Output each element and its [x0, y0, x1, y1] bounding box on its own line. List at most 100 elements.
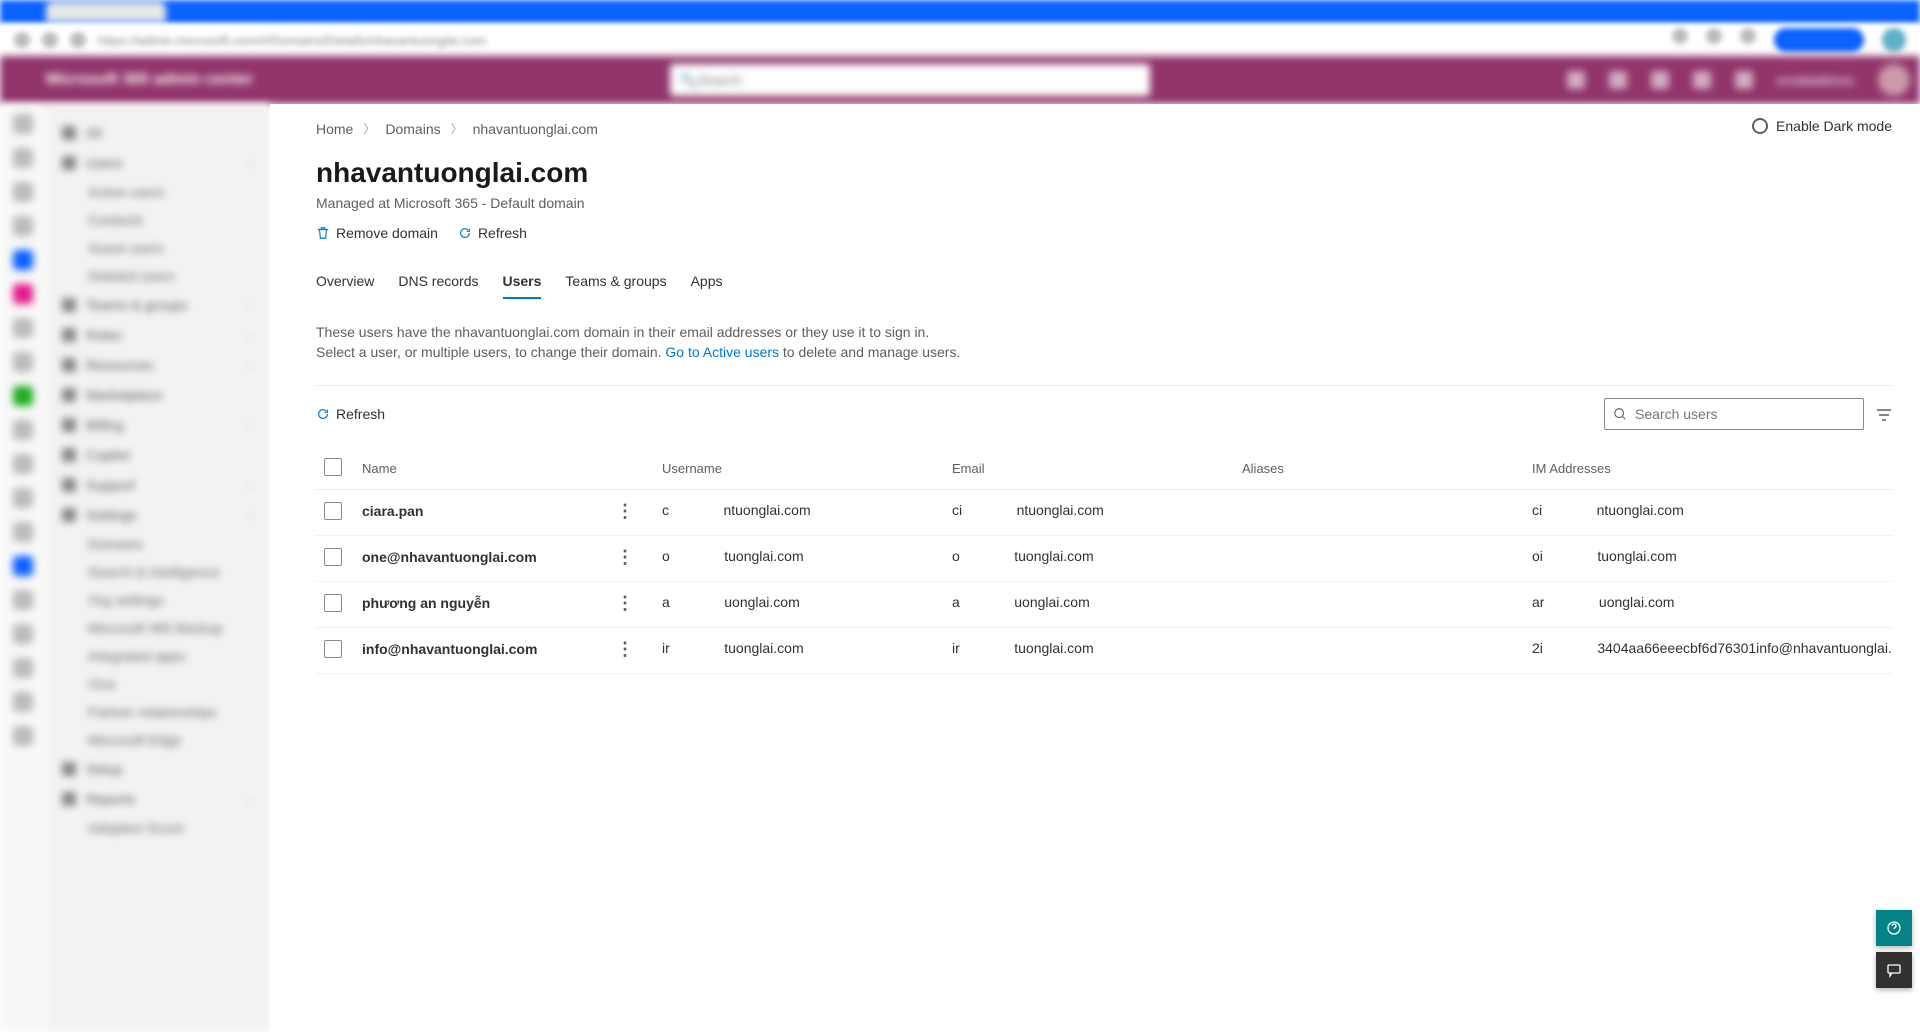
sidebar-item[interactable]: Users⌄ [56, 148, 260, 178]
settings-icon[interactable] [1693, 71, 1711, 89]
rail-item[interactable] [13, 182, 33, 202]
sidebar-item[interactable]: Microsoft 365 Backup [56, 614, 260, 642]
sidebar-item[interactable]: Marketplace [56, 380, 260, 410]
sidebar-item[interactable]: Teams & groups⌄ [56, 290, 260, 320]
row-more-icon[interactable]: ⋮ [616, 640, 620, 658]
menu-icon[interactable] [1740, 28, 1756, 44]
tab-dns[interactable]: DNS records [398, 267, 478, 299]
sidebar-item[interactable]: Reports⌄ [56, 784, 260, 814]
rail-item[interactable] [13, 556, 33, 576]
sidebar-item[interactable]: Adoption Score [56, 814, 260, 842]
rail-item[interactable] [13, 216, 33, 236]
sidebar-item[interactable]: Deleted users [56, 262, 260, 290]
select-all-checkbox[interactable] [324, 458, 342, 476]
search-users-box[interactable] [1604, 398, 1864, 430]
col-header-im[interactable]: IM Addresses [1524, 448, 1892, 490]
row-checkbox[interactable] [324, 594, 342, 612]
header-icon-3[interactable] [1651, 71, 1669, 89]
rail-item[interactable] [13, 420, 33, 440]
user-avatar-icon[interactable] [1878, 64, 1910, 96]
back-icon[interactable] [14, 32, 30, 48]
sidebar-item[interactable]: Resources⌄ [56, 350, 260, 380]
sidebar-item[interactable]: Billing⌄ [56, 410, 260, 440]
user-email[interactable]: emailaddress [1777, 73, 1854, 88]
sidebar-item[interactable]: Search & intelligence [56, 558, 260, 586]
sidebar-item[interactable]: Domains [56, 530, 260, 558]
search-users-input[interactable] [1635, 406, 1855, 422]
tab-apps[interactable]: Apps [691, 267, 723, 299]
tab-users[interactable]: Users [503, 267, 542, 299]
rail-item[interactable] [13, 318, 33, 338]
table-row[interactable]: one@nhavantuonglai.com⋮o tuonglai.como t… [316, 535, 1892, 581]
col-header-aliases[interactable]: Aliases [1234, 448, 1524, 490]
sidebar-item[interactable]: Partner relationships [56, 698, 260, 726]
browser-action-pill[interactable] [1774, 28, 1864, 52]
breadcrumb-domains[interactable]: Domains [385, 121, 440, 137]
table-row[interactable]: phương an nguyễn⋮a uonglai.coma uonglai.… [316, 581, 1892, 627]
rail-item[interactable] [13, 114, 33, 134]
rail-item[interactable] [13, 522, 33, 542]
floating-buttons [1876, 910, 1912, 988]
row-checkbox[interactable] [324, 548, 342, 566]
sidebar-item[interactable]: All [56, 118, 260, 148]
tab-overview[interactable]: Overview [316, 267, 374, 299]
rail-item[interactable] [13, 726, 33, 746]
rail-item[interactable] [13, 590, 33, 610]
col-header-username[interactable]: Username [654, 448, 944, 490]
sidebar-item[interactable]: Contacts [56, 206, 260, 234]
dark-mode-toggle[interactable]: Enable Dark mode [1752, 118, 1892, 134]
table-row[interactable]: ciara.pan⋮c ntuonglai.comci ntuonglai.co… [316, 489, 1892, 535]
sidebar-item[interactable]: Guest users [56, 234, 260, 262]
profile-avatar-icon[interactable] [1882, 28, 1906, 52]
refresh-table-button[interactable]: Refresh [316, 406, 385, 422]
tab-teams[interactable]: Teams & groups [565, 267, 666, 299]
rail-item[interactable] [13, 284, 33, 304]
header-icon-2[interactable] [1609, 71, 1627, 89]
row-more-icon[interactable]: ⋮ [616, 502, 620, 520]
sidebar-item[interactable]: Support⌄ [56, 470, 260, 500]
sidebar-item[interactable]: Org settings [56, 586, 260, 614]
go-to-active-users-link[interactable]: Go to Active users [665, 344, 779, 360]
sidebar-item[interactable]: Roles⌄ [56, 320, 260, 350]
row-more-icon[interactable]: ⋮ [616, 548, 620, 566]
nav-icon [62, 762, 76, 776]
refresh-domain-button[interactable]: Refresh [458, 225, 527, 241]
global-search[interactable]: 🔍 Search [670, 64, 1150, 96]
help-icon[interactable] [1735, 71, 1753, 89]
filter-icon[interactable] [1876, 408, 1892, 420]
rail-item[interactable] [13, 386, 33, 406]
row-checkbox[interactable] [324, 640, 342, 658]
sidebar-item[interactable]: Active users [56, 178, 260, 206]
moon-icon [1752, 118, 1768, 134]
sidebar-item[interactable]: Setup [56, 754, 260, 784]
row-checkbox[interactable] [324, 502, 342, 520]
star-icon[interactable] [1672, 28, 1688, 44]
col-header-name[interactable]: Name [354, 448, 654, 490]
rail-item[interactable] [13, 352, 33, 372]
sidebar-item[interactable]: Microsoft Edge [56, 726, 260, 754]
breadcrumb-home[interactable]: Home [316, 121, 353, 137]
ext-icon[interactable] [1706, 28, 1722, 44]
feedback-float-button[interactable] [1876, 952, 1912, 988]
col-header-email[interactable]: Email [944, 448, 1234, 490]
rail-item[interactable] [13, 624, 33, 644]
rail-item[interactable] [13, 488, 33, 508]
url-text[interactable]: https://admin.microsoft.com/#/Domains/De… [98, 33, 1660, 48]
row-more-icon[interactable]: ⋮ [616, 594, 620, 612]
rail-item[interactable] [13, 148, 33, 168]
refresh-browser-icon[interactable] [42, 32, 58, 48]
rail-item[interactable] [13, 658, 33, 678]
table-row[interactable]: info@nhavantuonglai.com⋮ir tuonglai.comi… [316, 627, 1892, 673]
sidebar-item[interactable]: Viva [56, 670, 260, 698]
sidebar-item[interactable]: Copilot [56, 440, 260, 470]
chevron-down-icon: ⌄ [246, 158, 254, 169]
sidebar-item[interactable]: Integrated apps [56, 642, 260, 670]
remove-domain-button[interactable]: Remove domain [316, 225, 438, 241]
header-icon-1[interactable] [1567, 71, 1585, 89]
browser-tab[interactable] [46, 2, 166, 22]
rail-item[interactable] [13, 250, 33, 270]
help-float-button[interactable] [1876, 910, 1912, 946]
rail-item[interactable] [13, 692, 33, 712]
sidebar-item[interactable]: Settings⌄ [56, 500, 260, 530]
rail-item[interactable] [13, 454, 33, 474]
